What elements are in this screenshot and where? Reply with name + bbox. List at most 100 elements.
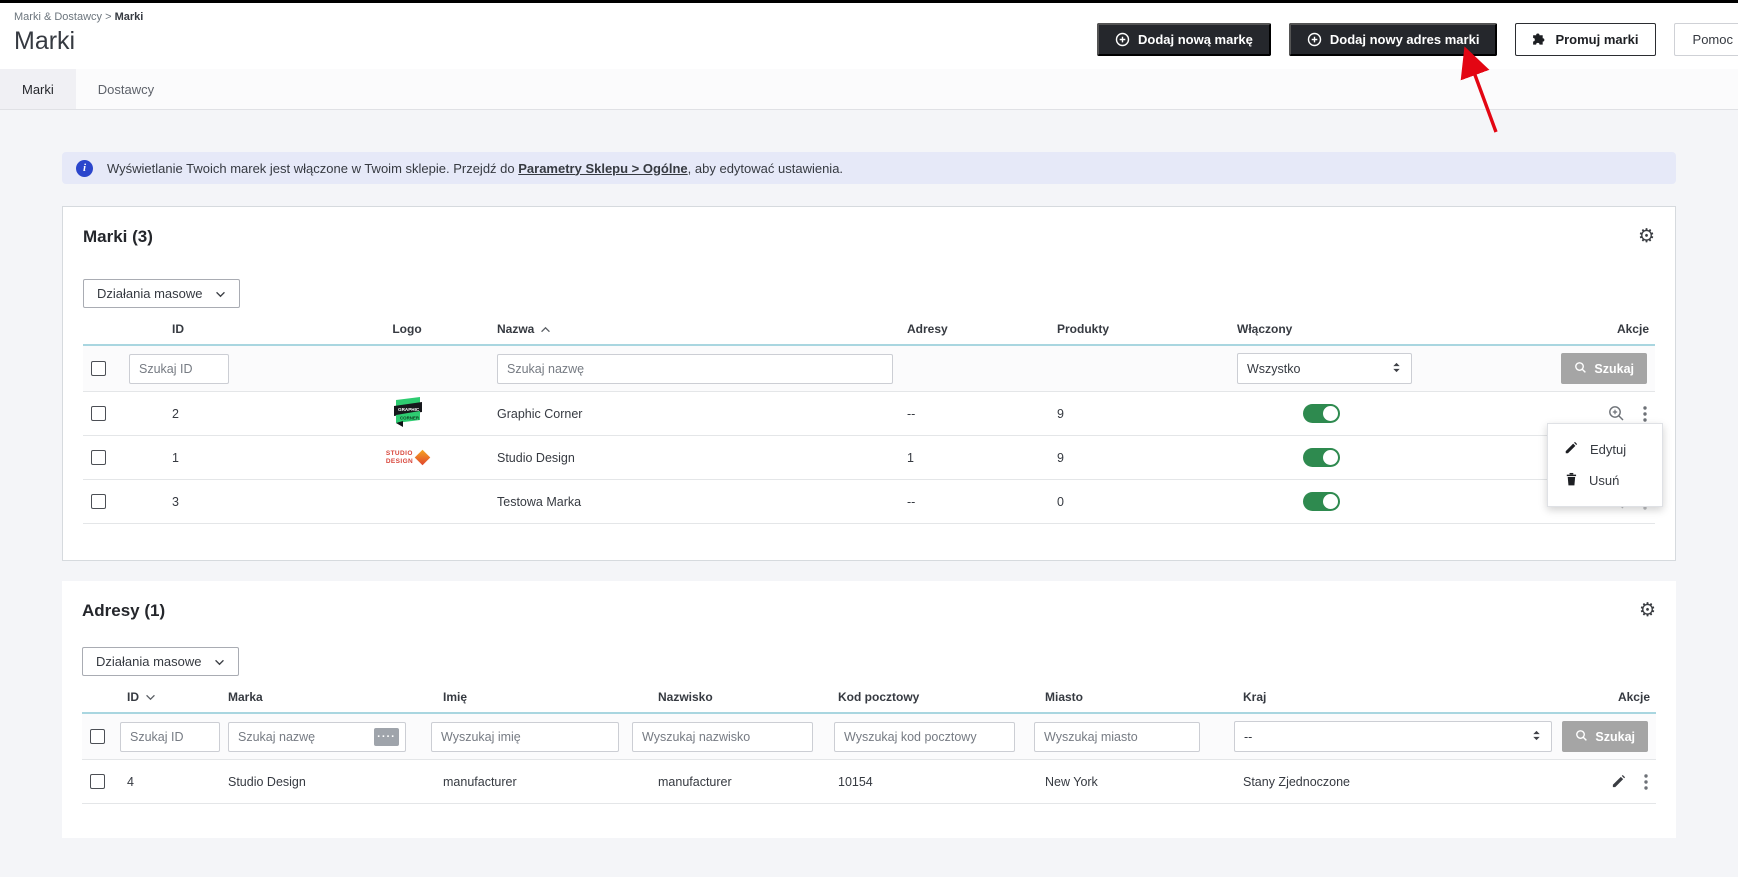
addresses-bulk-actions-label: Działania masowe — [96, 654, 202, 669]
brands-search-button[interactable]: Szukaj — [1561, 353, 1647, 384]
cell-name: Studio Design — [497, 450, 575, 465]
kebab-menu-icon[interactable] — [1644, 773, 1648, 790]
col-name-label: Nazwa — [497, 322, 535, 336]
addr-filter-city-input[interactable] — [1034, 721, 1200, 752]
cell-name: Graphic Corner — [497, 406, 583, 421]
cell-id: 2 — [172, 406, 179, 421]
trash-icon — [1564, 472, 1577, 489]
help-button[interactable]: Pomoc — [1673, 23, 1738, 56]
enabled-toggle[interactable] — [1303, 448, 1340, 467]
brands-filter-name-input[interactable] — [497, 353, 893, 384]
brands-filter-enabled-select[interactable]: Wszystko — [1237, 353, 1412, 384]
cell-id: 1 — [172, 450, 179, 465]
col-last-name: Nazwisko — [658, 690, 713, 704]
menu-item-delete-label: Usuń — [1589, 473, 1620, 488]
row-checkbox[interactable] — [90, 774, 105, 789]
info-alert: i Wyświetlanie Twoich marek jest włączon… — [62, 152, 1676, 184]
add-brand-address-button[interactable]: Dodaj nowy adres marki — [1288, 23, 1498, 56]
header-actions: Dodaj nową markę Dodaj nowy adres marki … — [1097, 23, 1738, 56]
table-row: 2 GRAPHIC CORNER Graphic Corner -- 9 — [83, 392, 1655, 436]
enabled-toggle[interactable] — [1303, 492, 1340, 511]
breadcrumb-section[interactable]: Marki & Dostawcy — [14, 11, 102, 23]
row-checkbox[interactable] — [91, 450, 106, 465]
menu-item-edit[interactable]: Edytuj — [1548, 434, 1662, 465]
help-label: Pomoc — [1692, 32, 1733, 47]
kebab-menu-icon[interactable] — [1643, 405, 1647, 422]
annotation-box: Adresy (1) ⚙ Działania masowe ID Marka I… — [62, 581, 1676, 844]
tab-marki[interactable]: Marki — [0, 69, 76, 109]
col-products: Produkty — [1057, 322, 1110, 336]
col-country: Kraj — [1243, 690, 1267, 704]
col-actions: Akcje — [1617, 690, 1650, 704]
col-city: Miasto — [1045, 690, 1084, 704]
view-zoom-icon[interactable] — [1608, 405, 1625, 422]
addr-filter-country-select[interactable]: -- — [1234, 721, 1552, 752]
sort-desc-icon[interactable] — [145, 690, 156, 704]
col-id[interactable]: ID — [112, 684, 202, 712]
brands-panel-title: Marki (3) — [83, 227, 153, 246]
svg-text:CORNER: CORNER — [400, 416, 420, 421]
cell-id: 3 — [172, 494, 179, 509]
menu-item-delete[interactable]: Usuń — [1548, 465, 1662, 496]
add-brand-label: Dodaj nową markę — [1138, 32, 1253, 47]
addr-filter-last-name-input[interactable] — [632, 721, 813, 752]
brands-bulk-actions-label: Działania masowe — [97, 286, 203, 301]
shop-parameters-link[interactable]: Parametry Sklepu > Ogólne — [518, 161, 687, 176]
chevron-down-icon — [215, 286, 226, 301]
tab-dostawcy[interactable]: Dostawcy — [76, 69, 176, 109]
edit-pencil-icon[interactable] — [1611, 774, 1626, 789]
diamond-shape — [414, 449, 431, 466]
info-icon: i — [76, 159, 93, 177]
addresses-bulk-actions-button[interactable]: Działania masowe — [82, 647, 239, 676]
updown-icon — [1391, 361, 1402, 377]
cell-country: Stany Zjednoczone — [1243, 774, 1351, 789]
brand-logo-graphic-corner: GRAPHIC CORNER — [389, 396, 425, 431]
brands-filter-enabled-value: Wszystko — [1247, 361, 1301, 376]
col-post-code: Kod pocztowy — [838, 690, 920, 704]
table-row: 3 Testowa Marka -- 0 — [83, 480, 1655, 524]
addresses-panel-title: Adresy (1) — [82, 601, 166, 620]
gear-icon[interactable]: ⚙ — [1638, 227, 1655, 246]
select-all-checkbox[interactable] — [90, 729, 105, 744]
col-enabled: Włączony — [1237, 322, 1293, 336]
addr-filter-first-name-input[interactable] — [431, 721, 619, 752]
enabled-toggle[interactable] — [1303, 404, 1340, 423]
tab-dostawcy-label: Dostawcy — [97, 81, 155, 97]
addresses-search-button[interactable]: Szukaj — [1562, 721, 1648, 752]
puzzle-icon — [1532, 32, 1547, 47]
cell-post-code: 10154 — [838, 774, 873, 789]
info-text-before: Wyświetlanie Twoich marek jest włączone … — [107, 160, 519, 176]
addr-filter-post-code-input[interactable] — [834, 721, 1015, 752]
addresses-table-header: ID Marka Imię Nazwisko Kod pocztowy Mias… — [82, 684, 1656, 714]
table-row: 4 Studio Design manufacturer manufacture… — [82, 760, 1656, 804]
menu-item-edit-label: Edytuj — [1590, 442, 1627, 457]
brands-panel: Marki (3) ⚙ Działania masowe ID Logo Naz… — [62, 206, 1676, 561]
brands-bulk-actions-button[interactable]: Działania masowe — [83, 279, 240, 308]
addresses-search-label: Szukaj — [1595, 729, 1635, 744]
info-alert-text: Wyświetlanie Twoich marek jest włączone … — [107, 161, 843, 176]
col-id[interactable]: ID — [127, 316, 317, 344]
svg-text:GRAPHIC: GRAPHIC — [398, 407, 420, 412]
row-checkbox[interactable] — [91, 406, 106, 421]
cell-products: 0 — [1057, 494, 1064, 509]
tab-marki-label: Marki — [22, 81, 54, 97]
row-checkbox[interactable] — [91, 494, 106, 509]
search-icon — [1575, 729, 1588, 745]
col-addresses: Adresy — [907, 322, 948, 336]
page-root: { "breadcrumb": { "section": "Marki & Do… — [0, 0, 1738, 877]
sort-asc-icon[interactable] — [540, 322, 551, 336]
promote-brands-label: Promuj marki — [1555, 32, 1639, 47]
brands-filter-id-input[interactable] — [129, 353, 229, 384]
select-all-checkbox[interactable] — [91, 361, 106, 376]
col-name[interactable]: Nazwa — [497, 316, 897, 344]
add-brand-button[interactable]: Dodaj nową markę — [1097, 23, 1271, 56]
tab-bar: Marki Dostawcy — [0, 69, 1738, 110]
col-checkbox — [82, 691, 112, 705]
brands-search-label: Szukaj — [1594, 361, 1634, 376]
brand-picker-dots-icon[interactable]: ···· — [374, 727, 399, 746]
add-brand-address-label: Dodaj nowy adres marki — [1329, 32, 1480, 47]
gear-icon[interactable]: ⚙ — [1639, 601, 1656, 620]
brands-filter-row: Wszystko Szukaj — [83, 346, 1655, 392]
promote-brands-button[interactable]: Promuj marki — [1515, 23, 1656, 56]
updown-icon — [1531, 729, 1542, 745]
